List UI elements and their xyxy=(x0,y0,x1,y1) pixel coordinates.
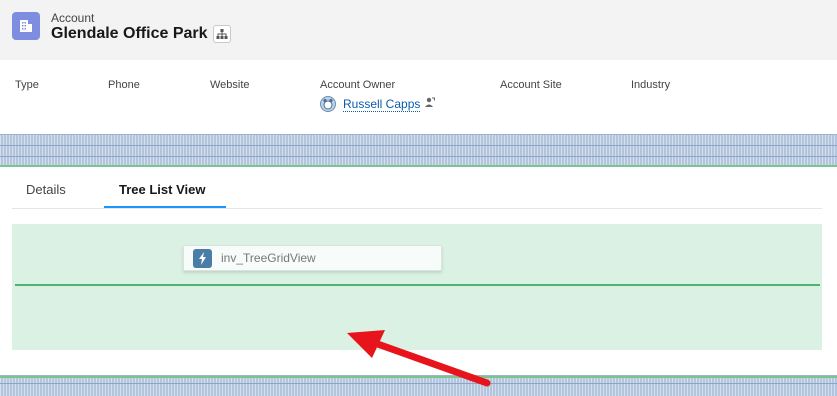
type-label: Type xyxy=(15,79,39,91)
account-owner-label: Account Owner xyxy=(320,79,396,91)
tabset: Details Tree List View inv_TreeGridView xyxy=(0,168,837,375)
avatar xyxy=(320,96,336,112)
component-drop-zone[interactable] xyxy=(12,224,822,350)
account-owner-value: Russell Capps xyxy=(320,96,436,112)
drop-position-line xyxy=(15,284,820,286)
layout-divider-band-bottom xyxy=(0,375,837,396)
website-label: Website xyxy=(210,79,250,91)
building-icon xyxy=(12,12,40,40)
highlights-panel: Type Phone Website Account Owner Account… xyxy=(0,60,837,134)
object-label: Account xyxy=(51,11,95,25)
hierarchy-icon xyxy=(216,29,228,39)
tab-tree-list-view[interactable]: Tree List View xyxy=(119,182,205,197)
tab-divider xyxy=(12,208,822,209)
record-header: Account Glendale Office Park xyxy=(0,0,837,60)
lightning-icon xyxy=(193,248,212,268)
account-owner-link[interactable]: Russell Capps xyxy=(343,97,421,112)
dragged-component[interactable]: inv_TreeGridView xyxy=(183,245,442,271)
component-label: inv_TreeGridView xyxy=(221,251,316,265)
view-hierarchy-button[interactable] xyxy=(213,25,231,43)
tab-details[interactable]: Details xyxy=(26,182,66,197)
change-owner-icon[interactable] xyxy=(424,97,436,111)
record-title: Glendale Office Park xyxy=(51,25,208,42)
layout-divider-band xyxy=(0,134,837,167)
phone-label: Phone xyxy=(108,79,140,91)
account-site-label: Account Site xyxy=(500,79,562,91)
industry-label: Industry xyxy=(631,79,671,91)
